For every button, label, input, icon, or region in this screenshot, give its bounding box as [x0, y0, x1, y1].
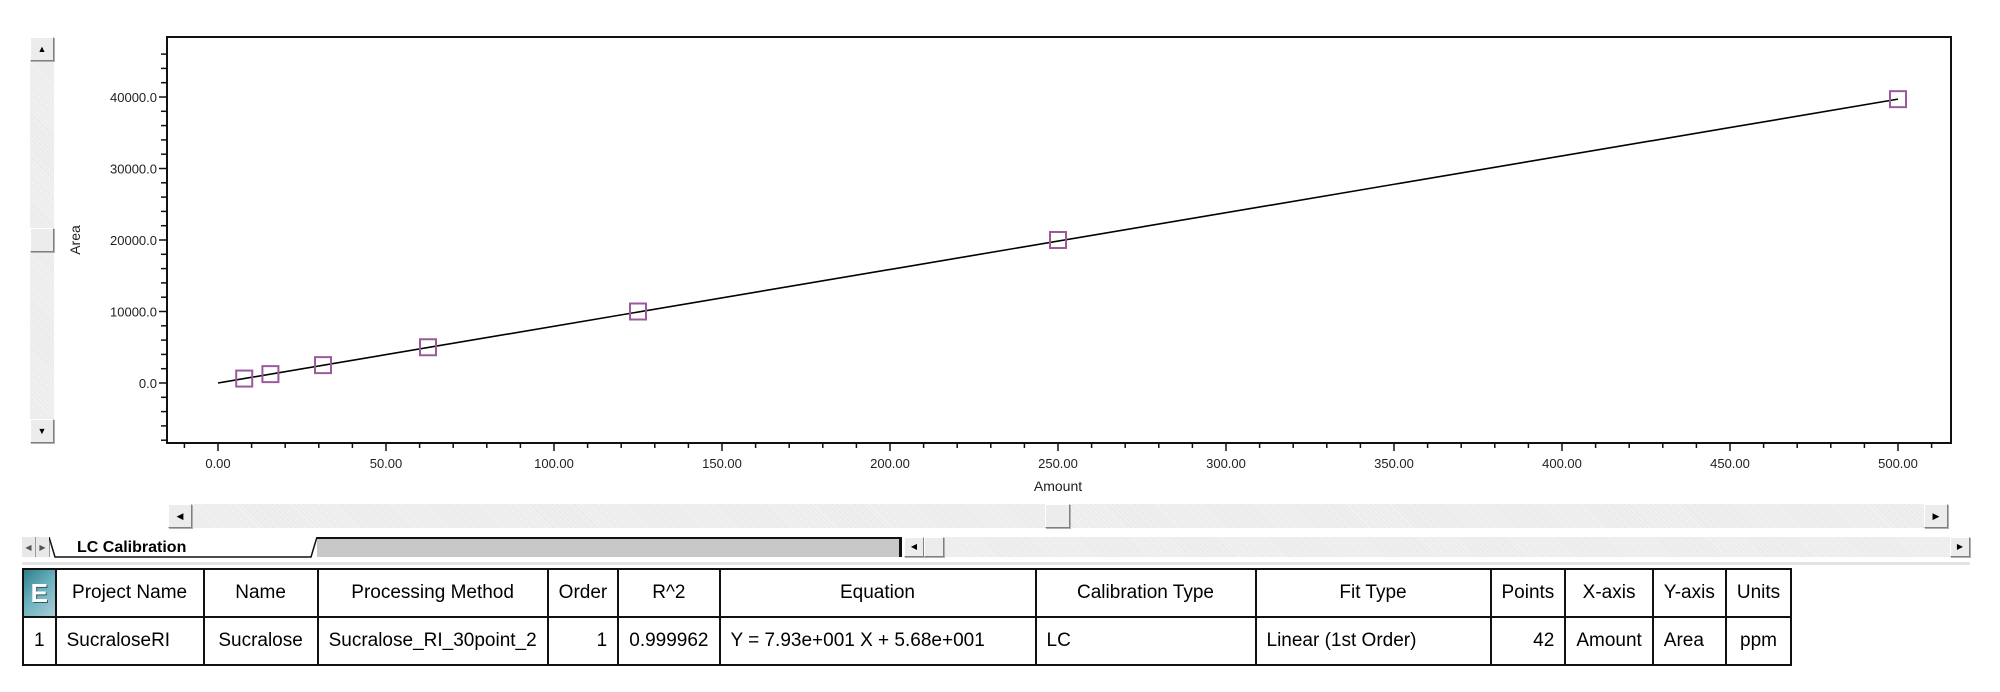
y-axis-title: Area [67, 225, 83, 255]
cell-y-axis[interactable]: Area [1651, 616, 1727, 666]
table-scroll-right-button[interactable]: ▶ [1950, 537, 1970, 557]
col-calibration-type[interactable]: Calibration Type [1034, 568, 1257, 618]
col-x-axis[interactable]: X-axis [1564, 568, 1654, 618]
arrow-left-icon: ◀ [910, 542, 918, 551]
cell-project-name[interactable]: SucraloseRI [54, 616, 205, 666]
x-axis-title: Amount [1034, 478, 1082, 494]
col-points[interactable]: Points [1489, 568, 1567, 618]
cell-processing-method[interactable]: Sucralose_RI_30point_2 [316, 616, 549, 666]
table-row[interactable]: 1 SucraloseRI Sucralose Sucralose_RI_30p… [22, 616, 1793, 666]
col-processing-method[interactable]: Processing Method [316, 568, 549, 618]
x-tick-label: 450.00 [1710, 456, 1750, 471]
table-horizontal-scrollbar[interactable]: ◀ ▶ [904, 537, 1970, 557]
col-project-name[interactable]: Project Name [54, 568, 205, 618]
x-tick-label: 350.00 [1374, 456, 1414, 471]
x-tick-label: 0.00 [205, 456, 230, 471]
x-tick-label: 500.00 [1878, 456, 1918, 471]
y-tick-label: 10000.0 [110, 305, 157, 320]
cell-calibration-type[interactable]: LC [1034, 616, 1257, 666]
table-header-row: E Project Name Name Processing Method Or… [22, 568, 1793, 618]
cell-equation[interactable]: Y = 7.93e+001 X + 5.68e+001 [718, 616, 1037, 666]
cell-r2[interactable]: 0.999962 [617, 616, 721, 666]
x-tick-label: 400.00 [1542, 456, 1582, 471]
x-tick-label: 300.00 [1206, 456, 1246, 471]
y-tick-label: 0.0 [139, 376, 157, 391]
col-equation[interactable]: Equation [718, 568, 1037, 618]
col-fit-type[interactable]: Fit Type [1254, 568, 1492, 618]
tab-strip-separator [22, 562, 1970, 565]
cell-points[interactable]: 42 [1489, 616, 1567, 666]
col-y-axis[interactable]: Y-axis [1651, 568, 1727, 618]
arrow-right-icon: ▶ [1932, 510, 1940, 521]
x-tick-label: 150.00 [702, 456, 742, 471]
cell-order[interactable]: 1 [546, 616, 620, 666]
arrow-left-icon: ◀ [176, 510, 184, 521]
table-scroll-thumb[interactable] [924, 537, 944, 557]
tab-scroll-left[interactable]: ◀ [22, 537, 36, 557]
y-tick-label: 40000.0 [110, 90, 157, 105]
tab-right-icon: ▶ [39, 542, 46, 552]
cell-name[interactable]: Sucralose [202, 616, 319, 666]
scroll-right-button[interactable]: ▶ [1924, 504, 1948, 528]
tab-area-fill [317, 537, 902, 557]
x-tick-label: 250.00 [1038, 456, 1078, 471]
app-logo-icon: E [30, 577, 48, 608]
scroll-left-button[interactable]: ◀ [168, 504, 192, 528]
sheet-tab-bar: ◀ ▶ LC Calibration ◀ ▶ [22, 537, 1970, 559]
col-units[interactable]: Units [1724, 568, 1793, 618]
horizontal-scrollbar[interactable]: ◀ ▶ [168, 504, 1948, 528]
col-order[interactable]: Order [546, 568, 620, 618]
y-tick-label: 30000.0 [110, 162, 157, 177]
arrow-right-icon: ▶ [1956, 542, 1964, 551]
calibration-table: E Project Name Name Processing Method Or… [22, 568, 1793, 666]
tab-left-icon: ◀ [25, 542, 32, 552]
plot-area [166, 36, 1952, 444]
horizontal-scroll-thumb[interactable] [1045, 504, 1070, 528]
calibration-chart: 0.0 10000.0 20000.0 30000.0 40000.0 0.00 50.0… [67, 36, 1952, 494]
x-tick-label: 50.00 [370, 456, 403, 471]
y-tick-label: 20000.0 [110, 233, 157, 248]
corner-cell[interactable]: E [22, 568, 57, 618]
x-tick-label: 100.00 [534, 456, 574, 471]
row-number[interactable]: 1 [22, 616, 57, 666]
cell-fit-type[interactable]: Linear (1st Order) [1254, 616, 1492, 666]
col-name[interactable]: Name [202, 568, 319, 618]
x-tick-label: 200.00 [870, 456, 910, 471]
cell-units[interactable]: ppm [1724, 616, 1793, 666]
col-r2[interactable]: R^2 [617, 568, 721, 618]
tab-scroll-right[interactable]: ▶ [36, 537, 50, 557]
sheet-tab-lc-calibration[interactable]: LC Calibration [77, 538, 186, 558]
cell-x-axis[interactable]: Amount [1564, 616, 1654, 666]
table-scroll-left-button[interactable]: ◀ [904, 537, 924, 557]
